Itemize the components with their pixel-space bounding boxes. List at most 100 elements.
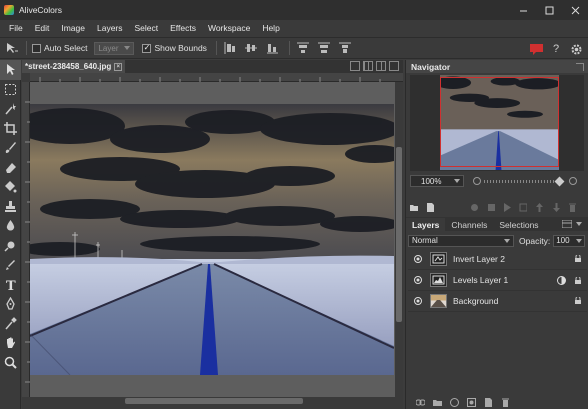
- hand-icon[interactable]: [0, 333, 21, 353]
- show-bounds-checkbox[interactable]: ✓: [142, 43, 152, 53]
- marquee-icon[interactable]: [0, 80, 21, 100]
- menu-select[interactable]: Select: [129, 20, 165, 37]
- align-right-icon[interactable]: [264, 40, 280, 56]
- minimize-icon[interactable]: [510, 0, 536, 20]
- brush-icon[interactable]: [0, 138, 21, 158]
- distribute-middle-icon[interactable]: [316, 40, 332, 56]
- eyedropper-icon[interactable]: [0, 314, 21, 334]
- grid-view-icon[interactable]: [363, 61, 373, 71]
- adjustment-layer-icon[interactable]: [450, 397, 459, 407]
- single-view-icon[interactable]: [350, 61, 360, 71]
- gradient-icon[interactable]: [0, 177, 21, 197]
- tab-channels[interactable]: Channels: [445, 218, 493, 231]
- horizontal-scrollbar[interactable]: [30, 397, 394, 406]
- menu-image[interactable]: Image: [55, 20, 91, 37]
- scrollbar-thumb[interactable]: [125, 398, 303, 404]
- auto-select-checkbox[interactable]: [32, 43, 41, 53]
- zoom-out-icon[interactable]: [473, 177, 481, 185]
- chevron-down-icon: [504, 238, 510, 243]
- magic-wand-icon[interactable]: [0, 99, 21, 119]
- stamp-icon[interactable]: [0, 197, 21, 217]
- tile-view-icon[interactable]: [376, 61, 386, 71]
- blend-mode-select[interactable]: Normal: [408, 234, 514, 247]
- navigator-preview[interactable]: [410, 75, 584, 171]
- new-item-icon[interactable]: [519, 203, 528, 212]
- separator: [26, 41, 27, 55]
- zoom-in-icon[interactable]: [569, 177, 577, 185]
- navigator-header: Navigator: [406, 60, 588, 73]
- link-icon[interactable]: [416, 398, 425, 407]
- layer-row[interactable]: Invert Layer 2: [408, 249, 587, 270]
- help-icon[interactable]: ?: [548, 41, 564, 57]
- move-icon[interactable]: [0, 60, 21, 80]
- mask-icon[interactable]: [557, 276, 566, 285]
- new-document-icon[interactable]: [426, 202, 435, 212]
- message-icon[interactable]: [528, 41, 544, 57]
- blur-icon[interactable]: [0, 216, 21, 236]
- image-thumbnail: [430, 294, 447, 308]
- trash-icon[interactable]: [568, 203, 576, 212]
- zoom-slider[interactable]: [484, 179, 554, 183]
- trash-icon[interactable]: [501, 398, 510, 407]
- lock-icon[interactable]: [575, 277, 581, 284]
- import-icon[interactable]: [552, 202, 560, 212]
- visibility-eye-icon[interactable]: [412, 255, 424, 263]
- visibility-eye-icon[interactable]: [412, 297, 424, 305]
- add-mask-icon[interactable]: [467, 397, 476, 407]
- new-group-icon[interactable]: [433, 398, 442, 407]
- menu-layers[interactable]: Layers: [91, 20, 129, 37]
- close-icon[interactable]: ×: [114, 62, 123, 71]
- options-bar: Auto Select Layer ✓ Show Bounds ?: [0, 37, 588, 59]
- tab-layers[interactable]: Layers: [406, 218, 446, 231]
- lock-icon[interactable]: [575, 297, 581, 304]
- menu-effects[interactable]: Effects: [164, 20, 202, 37]
- opacity-select[interactable]: 100: [553, 234, 586, 247]
- layer-row[interactable]: Background: [408, 291, 587, 312]
- eraser-icon[interactable]: [0, 158, 21, 178]
- play-icon[interactable]: [503, 202, 511, 212]
- folder-icon[interactable]: [410, 203, 419, 212]
- panel-menu-icon[interactable]: [562, 220, 572, 228]
- tools-panel: T: [0, 60, 21, 409]
- maximize-icon[interactable]: [536, 0, 562, 20]
- layers-tab-bar: Layers Channels Selections: [406, 217, 588, 231]
- layer-row[interactable]: Levels Layer 1: [408, 270, 587, 291]
- menu-file[interactable]: File: [3, 20, 29, 37]
- vertical-scrollbar[interactable]: [395, 82, 403, 397]
- smudge-icon[interactable]: [0, 236, 21, 256]
- document-tab[interactable]: *street-238458_640.jpg ×: [22, 60, 126, 73]
- stop-icon[interactable]: [487, 203, 495, 212]
- menu-workspace[interactable]: Workspace: [202, 20, 256, 37]
- crop-icon[interactable]: [0, 119, 21, 139]
- chevron-down-icon[interactable]: [576, 222, 582, 226]
- close-icon[interactable]: [562, 0, 588, 20]
- zoom-select[interactable]: 100%: [410, 175, 464, 187]
- separator: [288, 41, 290, 55]
- opacity-value: 100: [556, 236, 570, 245]
- align-left-icon[interactable]: [222, 40, 238, 56]
- visibility-eye-icon[interactable]: [412, 276, 424, 284]
- pen-icon[interactable]: [0, 294, 21, 314]
- text-icon[interactable]: T: [0, 275, 21, 295]
- dodge-icon[interactable]: [0, 255, 21, 275]
- scrollbar-thumb[interactable]: [396, 147, 402, 322]
- new-layer-icon[interactable]: [484, 397, 493, 407]
- navigator-view-rect[interactable]: [440, 77, 559, 167]
- export-icon[interactable]: [535, 202, 544, 212]
- distribute-bottom-icon[interactable]: [337, 40, 353, 56]
- lock-icon[interactable]: [575, 255, 581, 262]
- panel-toggle-icon[interactable]: [389, 61, 399, 71]
- menu-help[interactable]: Help: [256, 20, 285, 37]
- zoom-icon[interactable]: [0, 353, 21, 373]
- document-image[interactable]: [30, 104, 394, 375]
- layer-select[interactable]: Layer: [94, 41, 135, 55]
- align-center-icon[interactable]: [243, 40, 259, 56]
- menu-edit[interactable]: Edit: [29, 20, 56, 37]
- settings-icon[interactable]: [568, 41, 584, 57]
- distribute-top-icon[interactable]: [295, 40, 311, 56]
- navigator-title: Navigator: [411, 61, 451, 72]
- tab-selections[interactable]: Selections: [493, 218, 544, 231]
- record-icon[interactable]: [470, 203, 479, 212]
- panel-collapse-icon[interactable]: [576, 63, 584, 71]
- zoom-slider-thumb[interactable]: [554, 176, 565, 186]
